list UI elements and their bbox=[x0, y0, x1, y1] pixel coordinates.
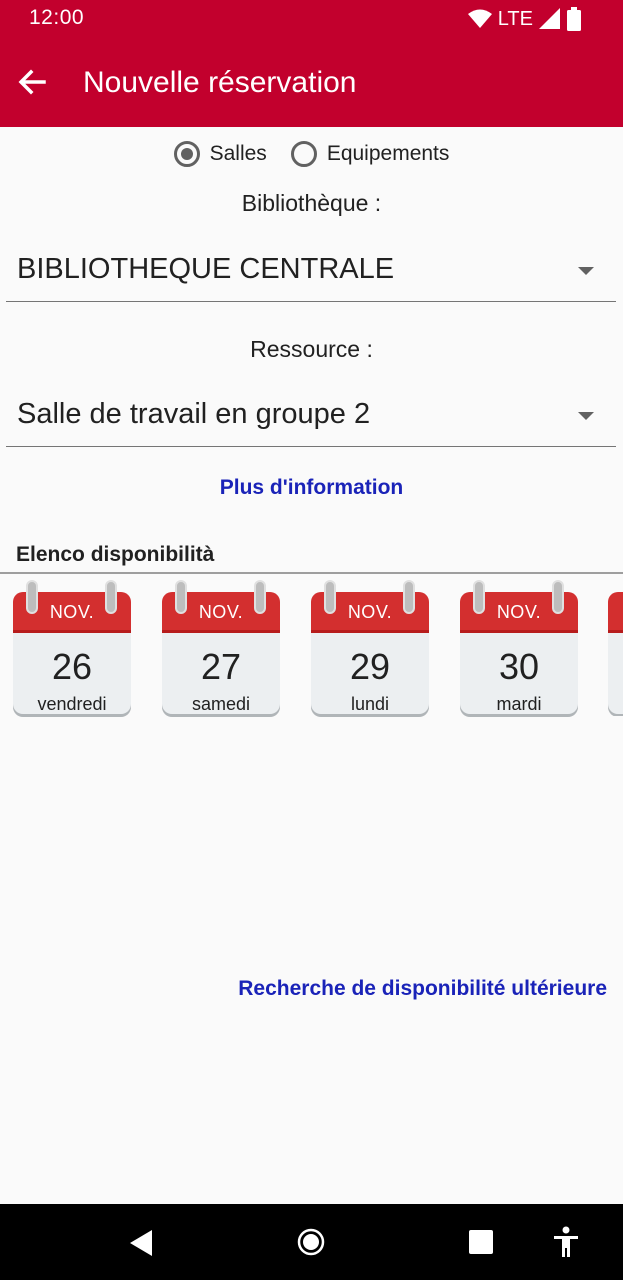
calendar-weekday: lundi bbox=[350, 694, 390, 714]
calendar-header bbox=[608, 592, 623, 633]
calendar-ring-icon bbox=[26, 580, 38, 614]
arrow-back-icon[interactable] bbox=[16, 66, 48, 98]
calendar-day-card-partial[interactable] bbox=[608, 580, 623, 716]
wifi-icon bbox=[467, 9, 492, 28]
resource-dropdown[interactable]: Salle de travail en groupe 2 bbox=[6, 386, 616, 447]
nav-recents-icon[interactable] bbox=[469, 1230, 493, 1254]
radio-equipements[interactable]: Equipements bbox=[290, 141, 450, 167]
resource-value: Salle de travail en groupe 2 bbox=[17, 398, 371, 430]
resource-label: Ressource : bbox=[250, 336, 373, 362]
calendar-day-number: 26 bbox=[51, 646, 93, 687]
system-nav-bar bbox=[0, 1204, 623, 1280]
dropdown-arrow-icon bbox=[578, 267, 594, 275]
later-availability-link[interactable]: Recherche de disponibilité ultérieure bbox=[238, 977, 607, 1001]
calendar-day-number: 27 bbox=[200, 646, 242, 687]
radio-equipements-label: Equipements bbox=[326, 142, 450, 165]
radio-salles-label: Salles bbox=[209, 142, 267, 165]
calendar-ring-icon bbox=[175, 580, 187, 614]
status-bar: 12:00 LTE bbox=[0, 0, 623, 38]
dropdown-arrow-icon bbox=[578, 412, 594, 420]
nav-home-icon[interactable] bbox=[296, 1227, 326, 1257]
library-label: Bibliothèque : bbox=[241, 190, 382, 216]
radio-salles[interactable]: Salles bbox=[173, 141, 267, 167]
page-title: Nouvelle réservation bbox=[83, 66, 357, 99]
calendar-ring-icon bbox=[403, 580, 415, 614]
calendar-ring-icon bbox=[324, 580, 336, 614]
radio-unchecked-icon[interactable] bbox=[290, 141, 317, 167]
accessibility-icon[interactable] bbox=[553, 1226, 579, 1258]
calendar-day-number: 29 bbox=[349, 646, 391, 687]
type-radio-group: Salles Equipements bbox=[0, 135, 623, 173]
signal-icon bbox=[539, 8, 560, 29]
radio-checked-icon[interactable] bbox=[173, 141, 200, 167]
library-value: BIBLIOTHEQUE CENTRALE bbox=[17, 253, 395, 285]
status-icons: LTE bbox=[467, 6, 581, 32]
app-bar: Nouvelle réservation bbox=[0, 38, 623, 127]
calendar-ring-icon bbox=[254, 580, 266, 614]
status-time: 12:00 bbox=[29, 6, 85, 29]
calendar-body bbox=[608, 592, 623, 714]
network-type: LTE bbox=[497, 7, 533, 30]
more-info-link[interactable]: Plus d'information bbox=[0, 476, 623, 500]
nav-back-icon[interactable] bbox=[128, 1229, 154, 1257]
calendar-day-number: 30 bbox=[498, 646, 540, 687]
calendar-day-card[interactable]: NOV. 26 vendredi bbox=[13, 580, 131, 716]
calendar-day-card[interactable]: NOV. 29 lundi bbox=[311, 580, 429, 716]
calendar-day-card[interactable]: NOV. 27 samedi bbox=[162, 580, 280, 716]
calendar-day-card[interactable]: NOV. 30 mardi bbox=[460, 580, 578, 716]
calendar-weekday: vendredi bbox=[37, 694, 107, 714]
divider bbox=[0, 572, 623, 574]
availability-title: Elenco disponibilità bbox=[16, 543, 215, 566]
calendar-ring-icon bbox=[552, 580, 564, 614]
calendar-weekday: samedi bbox=[191, 694, 251, 714]
calendar-weekday: mardi bbox=[496, 694, 542, 714]
calendar-ring-icon bbox=[473, 580, 485, 614]
battery-icon bbox=[567, 7, 581, 31]
library-dropdown[interactable]: BIBLIOTHEQUE CENTRALE bbox=[6, 241, 616, 302]
calendar-ring-icon bbox=[105, 580, 117, 614]
